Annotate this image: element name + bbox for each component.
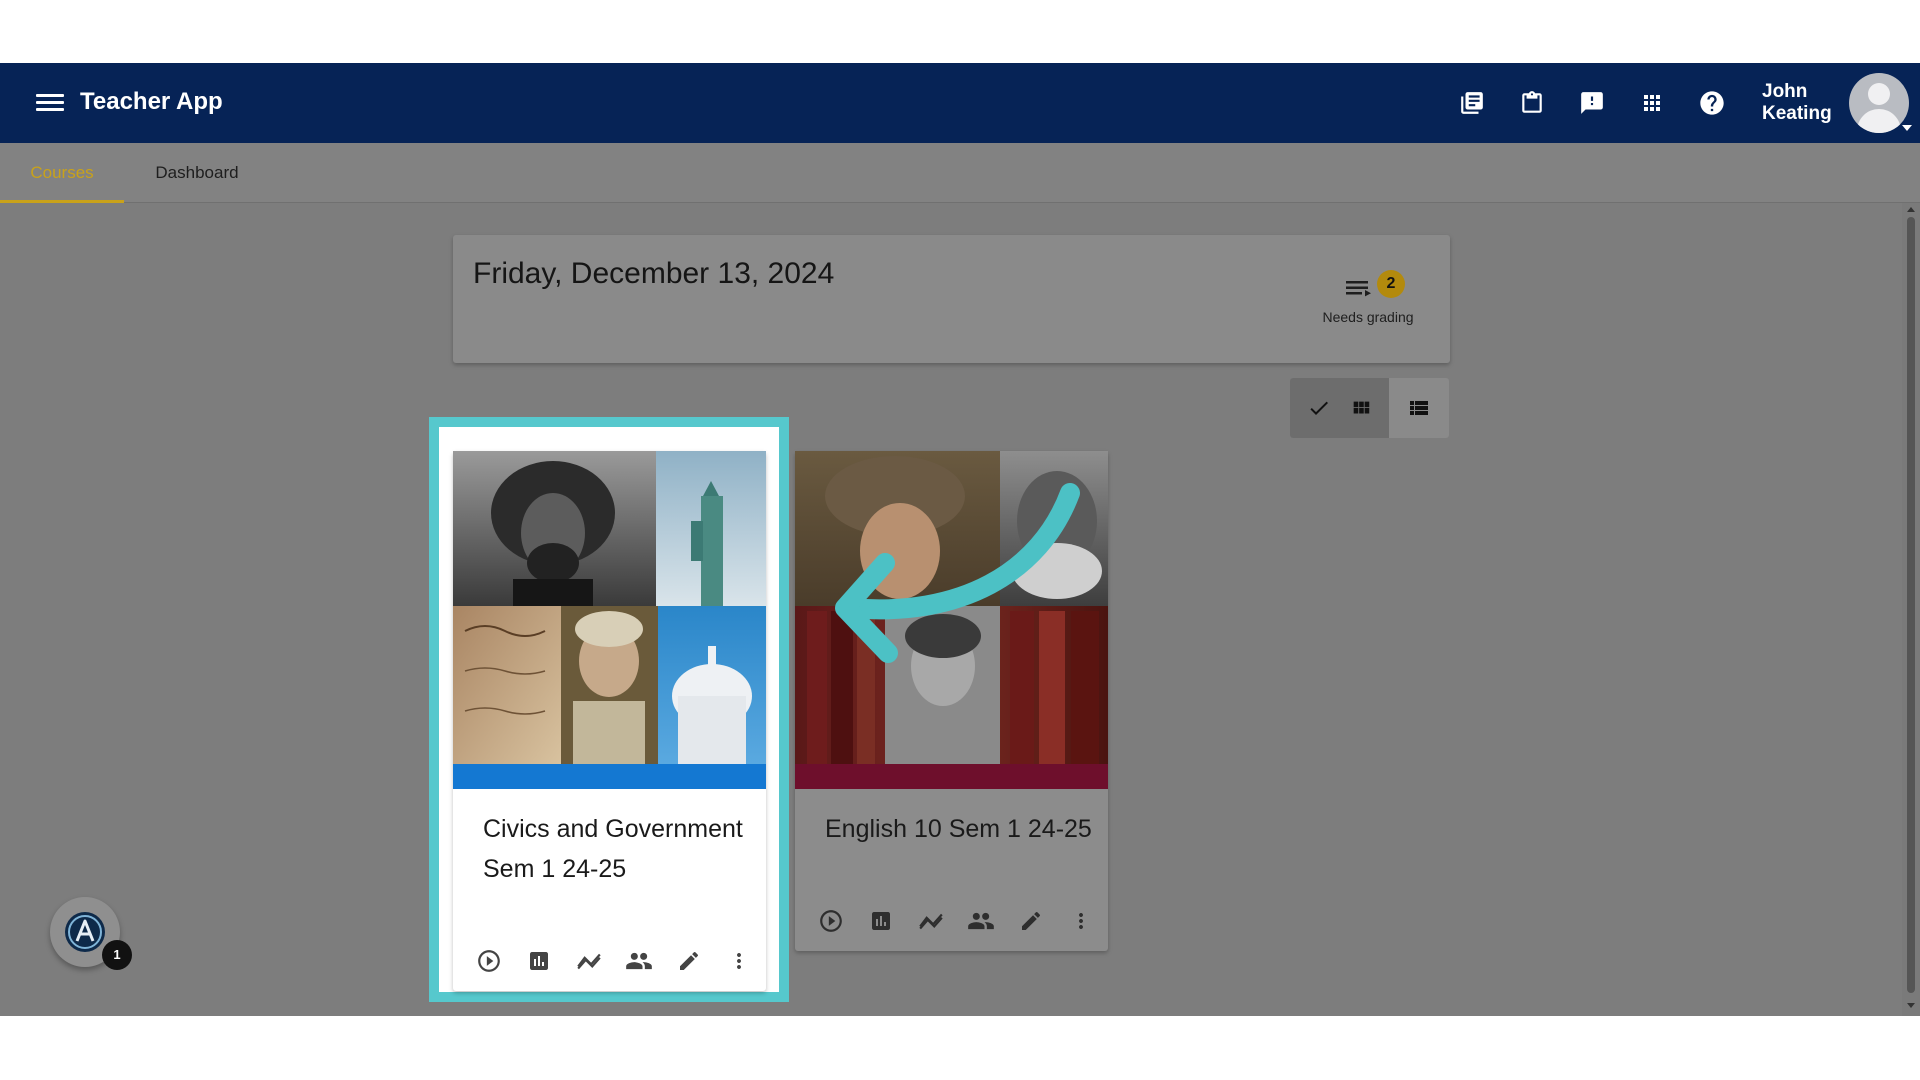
course-card-civics[interactable]: Civics and Government Sem 1 24-25 — [453, 451, 766, 991]
course-actions — [813, 903, 1103, 939]
play-icon[interactable] — [813, 903, 849, 939]
course-color-strip — [453, 764, 766, 789]
course-card-english[interactable]: English 10 Sem 1 24-25 — [795, 451, 1108, 951]
scrollbar[interactable] — [1902, 203, 1920, 1016]
user-name[interactable]: John Keating — [1762, 81, 1832, 125]
scroll-up-icon[interactable] — [1907, 207, 1915, 212]
tab-dashboard[interactable]: Dashboard — [124, 143, 270, 203]
scroll-thumb[interactable] — [1907, 217, 1915, 993]
edit-icon[interactable] — [1013, 903, 1049, 939]
view-toggle — [1290, 378, 1449, 438]
menu-icon[interactable] — [36, 90, 64, 116]
caret-down-icon — [1902, 125, 1912, 131]
assistant-badge: 1 — [102, 940, 132, 970]
user-last-name: Keating — [1762, 103, 1832, 124]
course-title[interactable]: English 10 Sem 1 24-25 — [825, 809, 1095, 849]
app-frame: Teacher App John Keating Courses Dashboa… — [0, 63, 1920, 1016]
library-books-icon[interactable] — [1454, 85, 1490, 121]
edit-icon[interactable] — [671, 943, 707, 979]
play-icon[interactable] — [471, 943, 507, 979]
needs-grading-label: Needs grading — [1322, 309, 1414, 325]
check-icon[interactable] — [1298, 378, 1340, 438]
people-icon[interactable] — [621, 943, 657, 979]
list-view-icon[interactable] — [1394, 378, 1444, 438]
help-icon[interactable] — [1694, 85, 1730, 121]
current-date: Friday, December 13, 2024 — [473, 257, 835, 290]
tabs-bar: Courses Dashboard — [0, 143, 1920, 203]
needs-grading-button[interactable]: 2 Needs grading — [1298, 267, 1438, 327]
more-vert-icon[interactable] — [1063, 903, 1099, 939]
course-actions — [471, 943, 761, 979]
scroll-down-icon[interactable] — [1907, 1003, 1915, 1008]
tab-courses[interactable]: Courses — [0, 143, 124, 203]
grid-view-icon[interactable] — [1340, 378, 1382, 438]
user-first-name: John — [1762, 81, 1808, 102]
course-image-civics — [453, 451, 766, 764]
course-image-english — [795, 451, 1108, 764]
clipboard-icon[interactable] — [1514, 85, 1550, 121]
course-title[interactable]: Civics and Government Sem 1 24-25 — [483, 809, 753, 889]
bar-chart-icon[interactable] — [521, 943, 557, 979]
more-vert-icon[interactable] — [721, 943, 757, 979]
needs-grading-count: 2 — [1377, 270, 1405, 298]
app-bar: Teacher App John Keating — [0, 63, 1920, 143]
avatar[interactable] — [1849, 73, 1909, 133]
course-color-strip — [795, 764, 1108, 789]
bar-chart-icon[interactable] — [863, 903, 899, 939]
date-card: Friday, December 13, 2024 2 Needs gradin… — [453, 235, 1450, 363]
app-title: Teacher App — [80, 88, 223, 115]
trend-icon[interactable] — [913, 903, 949, 939]
people-icon[interactable] — [963, 903, 999, 939]
grading-list-icon — [1346, 281, 1371, 297]
trend-icon[interactable] — [571, 943, 607, 979]
feedback-icon[interactable] — [1574, 85, 1610, 121]
apps-grid-icon[interactable] — [1634, 85, 1670, 121]
